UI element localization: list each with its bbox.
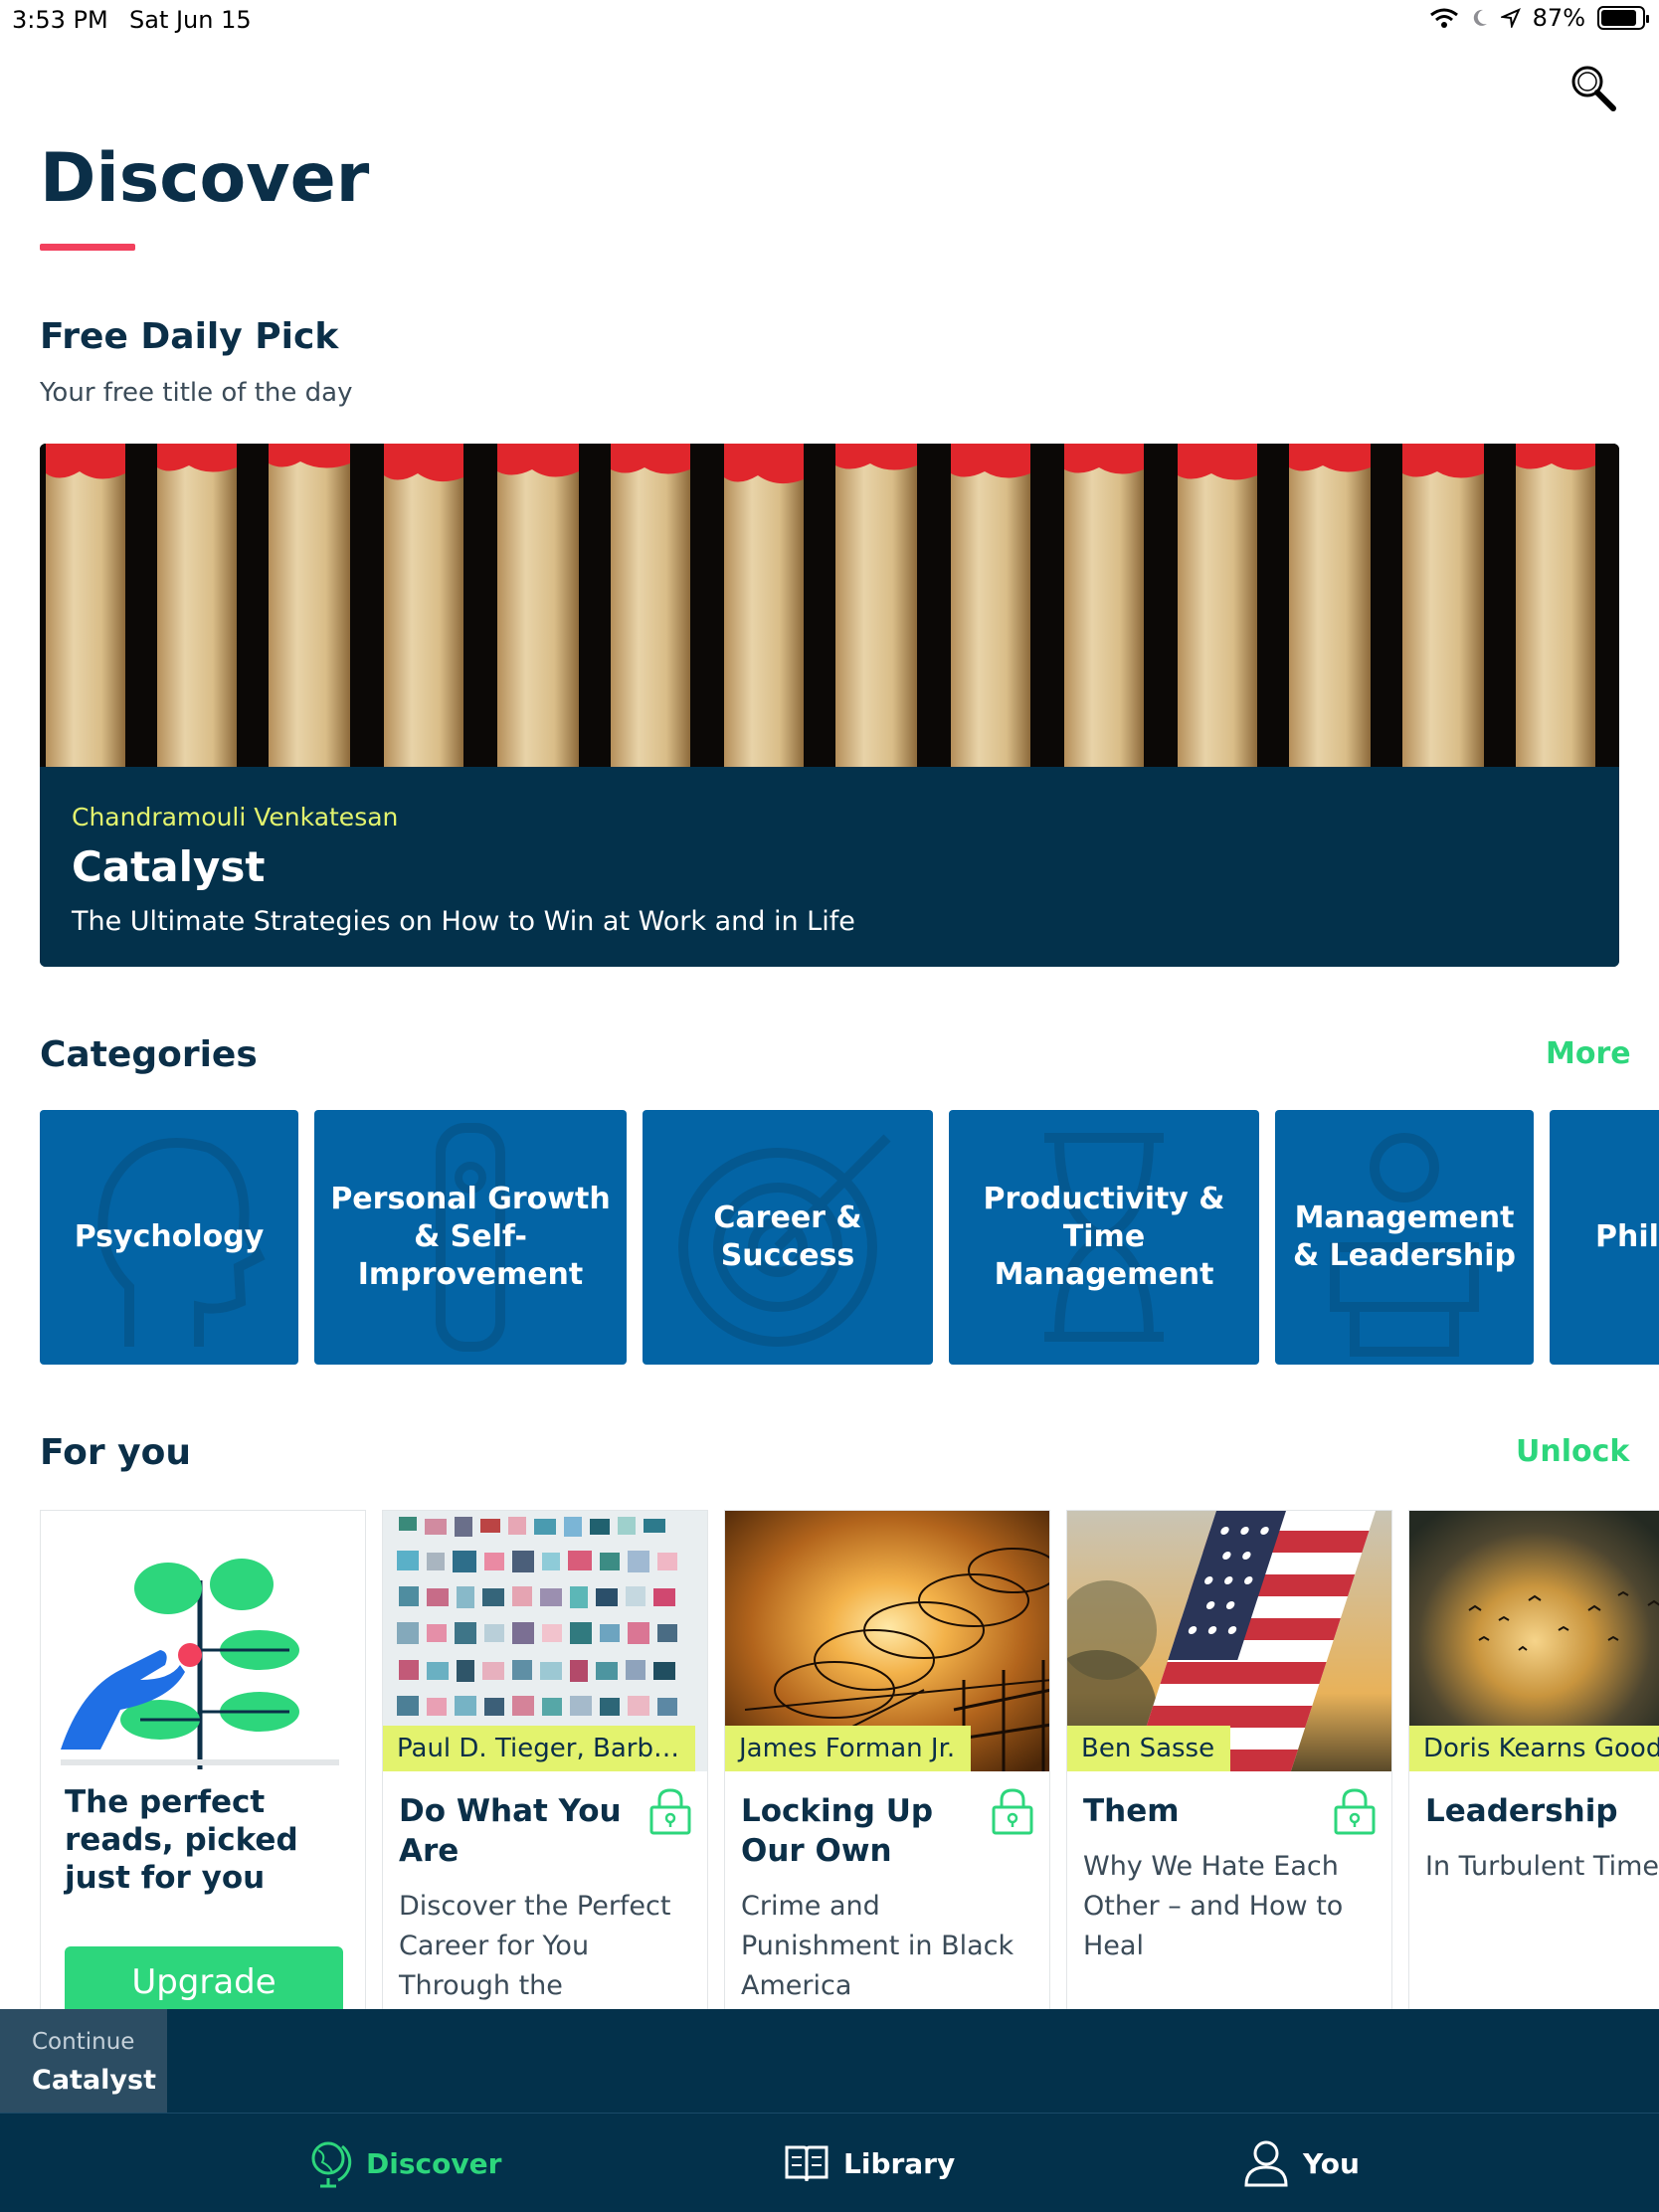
user-icon <box>1244 2140 1288 2187</box>
category-label: Management & Leadership <box>1293 1200 1516 1273</box>
battery-icon <box>1597 6 1649 30</box>
moon-icon <box>1473 9 1487 26</box>
book-title: Them <box>1083 1793 1180 1829</box>
category-career-success[interactable]: Career & Success <box>643 1110 933 1365</box>
search-icon <box>1571 66 1616 111</box>
tab-library[interactable]: Library <box>784 2114 955 2212</box>
category-management[interactable]: Management & Leadership <box>1275 1110 1534 1365</box>
status-time: 3:53 PM <box>12 6 108 34</box>
daily-pick-subheading: Your free title of the day <box>40 378 353 408</box>
book-card-them[interactable]: Ben Sasse Them Why We Hate Each Other – … <box>1066 1510 1392 2019</box>
daily-pick-heading: Free Daily Pick <box>40 316 339 357</box>
tab-discover[interactable]: Discover <box>308 2114 501 2212</box>
tab-bar: Discover Library You <box>0 2113 1659 2212</box>
upgrade-promo-card: The perfect reads, picked just for you U… <box>40 1510 366 2019</box>
category-philosophy[interactable]: Phil <box>1550 1110 1659 1365</box>
lock-icon <box>1334 1788 1376 1835</box>
tab-discover-label: Discover <box>366 2146 502 2180</box>
daily-pick-cover-image <box>40 444 1619 767</box>
book-description: Why We Hate Each Other – and How to Heal <box>1083 1851 1344 1961</box>
categories-heading: Categories <box>40 1034 258 1075</box>
book-title: Leadership <box>1425 1793 1618 1829</box>
battery-percentage: 87% <box>1532 4 1585 32</box>
book-title: Locking Up Our Own <box>741 1793 934 1869</box>
book-title: Do What You Are <box>399 1793 622 1869</box>
continue-reading-bar: Continue Catalyst <box>0 2009 1659 2113</box>
category-label: Psychology <box>74 1219 265 1254</box>
status-indicators: 87% <box>1429 4 1649 32</box>
continue-label: Continue <box>32 2029 135 2055</box>
search-button[interactable] <box>1566 60 1625 119</box>
book-author-tag: Ben Sasse <box>1067 1726 1231 1771</box>
book-card-do-what-you-are[interactable]: Paul D. Tieger, Barb… Do What You Are Di… <box>382 1510 708 2019</box>
tab-you[interactable]: You <box>1243 2114 1360 2212</box>
page-title: Discover <box>40 139 370 218</box>
globe-icon <box>311 2141 352 2188</box>
lock-icon <box>992 1788 1033 1835</box>
category-label: Productivity & Time Management <box>983 1182 1225 1292</box>
category-label: Personal Growth & Self-Improvement <box>330 1182 611 1292</box>
tab-you-label: You <box>1303 2146 1360 2180</box>
category-psychology[interactable]: Psychology <box>40 1110 298 1365</box>
daily-pick-title: Catalyst <box>72 842 266 891</box>
daily-pick-info: Chandramouli Venkatesan Catalyst The Ult… <box>40 767 1619 967</box>
continue-title: Catalyst <box>32 2065 156 2096</box>
categories-more-link[interactable]: More <box>1546 1036 1631 1071</box>
unlock-link[interactable]: Unlock <box>1516 1434 1629 1469</box>
tab-library-label: Library <box>843 2146 956 2180</box>
continue-reading-button[interactable]: Continue Catalyst <box>0 2009 167 2113</box>
book-author-tag: Paul D. Tieger, Barb… <box>383 1726 695 1771</box>
book-description: Discover the Perfect Career for You Thro… <box>399 1891 671 2018</box>
lock-icon <box>649 1788 691 1835</box>
book-description: Crime and Punishment in Black America <box>741 1891 1014 2001</box>
promo-text: The perfect reads, picked just for you <box>65 1784 298 1896</box>
daily-pick-card[interactable]: Chandramouli Venkatesan Catalyst The Ult… <box>40 444 1619 967</box>
book-card-leadership[interactable]: Doris Kearns Good Leadership In Turbulen… <box>1408 1510 1659 2019</box>
plant-hand-illustration <box>61 1559 339 1769</box>
book-author-tag: James Forman Jr. <box>725 1726 972 1771</box>
category-productivity[interactable]: Productivity & Time Management <box>949 1110 1259 1365</box>
book-card-locking-up-our-own[interactable]: James Forman Jr. Locking Up Our Own Crim… <box>724 1510 1050 2019</box>
title-underline <box>40 244 135 251</box>
category-personal-growth[interactable]: Personal Growth & Self-Improvement <box>314 1110 627 1365</box>
status-date: Sat Jun 15 <box>129 6 252 34</box>
book-icon <box>785 2145 829 2182</box>
location-arrow-icon <box>1500 8 1521 28</box>
book-author-tag: Doris Kearns Good <box>1409 1726 1659 1771</box>
daily-pick-author: Chandramouli Venkatesan <box>72 803 399 831</box>
daily-pick-subtitle: The Ultimate Strategies on How to Win at… <box>72 906 855 937</box>
for-you-heading: For you <box>40 1432 191 1473</box>
wifi-icon <box>1429 8 1458 28</box>
category-label: Career & Success <box>713 1200 862 1273</box>
status-bar: 3:53 PM Sat Jun 15 87% <box>0 0 1659 40</box>
book-description: In Turbulent Times <box>1425 1851 1659 1882</box>
category-label: Phil <box>1595 1219 1659 1254</box>
